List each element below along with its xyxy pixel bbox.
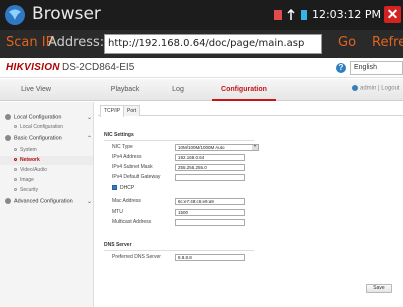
wrench-icon	[5, 198, 11, 204]
nav-playback[interactable]: Playback	[95, 79, 155, 101]
logout-link[interactable]: Logout	[381, 86, 399, 92]
notification-icon	[273, 9, 282, 20]
save-button[interactable]: Save	[366, 284, 392, 293]
mtu-label: MTU	[112, 209, 123, 215]
sidebar-group-local-config[interactable]: Local Configuration ⌄	[5, 114, 92, 121]
go-button[interactable]: Go	[338, 35, 356, 50]
multicast-address-label: Multicast Address	[112, 219, 152, 225]
sidebar-item-local-config[interactable]: Local Configuration	[14, 124, 63, 130]
dhcp-label: DHCP	[120, 185, 135, 191]
battery-icon	[300, 9, 307, 20]
scan-ip-button[interactable]: Scan IP	[6, 35, 53, 50]
clock: 12:03:12 PM	[311, 8, 381, 21]
nav-configuration[interactable]: Configuration	[212, 79, 276, 101]
app-title: Browser	[32, 4, 101, 24]
default-gateway-field[interactable]	[175, 174, 245, 181]
nic-type-select[interactable]: 10M/100M/1000M Auto	[175, 144, 259, 151]
user-area: admin | Logout	[352, 85, 400, 92]
nav-log[interactable]: Log	[158, 79, 198, 101]
hikvision-logo: HIKVISION	[6, 62, 60, 73]
preferred-dns-field[interactable]: 8.8.8.8	[175, 254, 245, 261]
nic-type-label: NIC Type	[112, 144, 133, 150]
bullet-icon	[14, 188, 17, 192]
mtu-field[interactable]: 1500	[175, 209, 245, 216]
multicast-address-field[interactable]	[175, 219, 245, 226]
user-icon	[352, 85, 358, 91]
bullet-icon	[14, 158, 17, 162]
mac-address-label: Mac Address	[112, 198, 141, 204]
sidebar-item-network[interactable]: Network	[14, 157, 40, 163]
language-select[interactable]: English	[350, 61, 403, 75]
sidebar-item-video-audio[interactable]: Video/Audio	[14, 167, 47, 173]
app-bar: Browser 12:03:12 PM ✕	[0, 0, 403, 30]
device-model: DS-2CD864-EI5	[62, 62, 135, 73]
dhcp-checkbox[interactable]	[112, 185, 117, 190]
username: admin	[360, 85, 377, 92]
usb-icon	[287, 8, 295, 20]
sidebar-item-system[interactable]: System	[14, 147, 37, 153]
default-gateway-label: IPv4 Default Gateway	[112, 174, 161, 180]
bullet-icon	[14, 148, 17, 152]
nav-live-view[interactable]: Live View	[6, 79, 66, 101]
tab-strip: TCP/IP Port	[98, 104, 403, 117]
sidebar-group-basic-config[interactable]: Basic Configuration ⌃	[5, 135, 92, 142]
mac-address-field: 8c:e7:48:c6:e9:a9	[175, 198, 245, 205]
config-sidebar: Local Configuration ⌄ Local Configuratio…	[0, 102, 94, 307]
preferred-dns-label: Preferred DNS Server	[112, 254, 161, 260]
main-nav: Live View Playback Log Configuration adm…	[0, 79, 403, 101]
url-input[interactable]: http://192.168.0.64/doc/page/main.asp	[104, 34, 322, 54]
network-config-panel: TCP/IP Port NIC Settings NIC Type 10M/10…	[98, 104, 403, 307]
user-separator: |	[378, 85, 380, 92]
status-bar: 12:03:12 PM	[273, 8, 381, 21]
tab-tcp-ip[interactable]: TCP/IP	[100, 105, 125, 117]
local-config-icon	[5, 114, 11, 120]
subnet-mask-label: IPv4 Subnet Mask	[112, 164, 153, 170]
address-bar: Scan IP Address: http://192.168.0.64/doc…	[0, 30, 403, 58]
dns-server-heading: DNS Server	[104, 242, 254, 251]
ipv4-address-label: IPv4 Address	[112, 154, 142, 160]
bullet-icon	[14, 178, 17, 182]
browser-app-icon	[5, 5, 25, 25]
url-text: http://192.168.0.64/doc/page/main.asp	[108, 38, 305, 49]
ipv4-address-field[interactable]: 192.168.0.64	[175, 154, 245, 161]
nic-settings-heading: NIC Settings	[104, 132, 254, 141]
chevron-down-icon: ⌄	[87, 115, 93, 121]
close-icon[interactable]: ✕	[384, 6, 401, 23]
bullet-icon	[14, 125, 17, 129]
bullet-icon	[14, 168, 17, 172]
chevron-down-icon: ⌄	[87, 199, 93, 205]
sidebar-group-advanced-config[interactable]: Advanced Configuration ⌄	[5, 198, 92, 205]
tab-port[interactable]: Port	[123, 105, 141, 116]
sidebar-item-security[interactable]: Security	[14, 187, 38, 193]
help-icon[interactable]: ?	[336, 63, 346, 73]
chevron-up-icon: ⌃	[87, 136, 93, 142]
refresh-button[interactable]: Refresh	[372, 35, 403, 50]
address-label: Address:	[48, 35, 105, 50]
basic-config-icon	[5, 135, 11, 141]
page-header: HIKVISION DS-2CD864-EI5 ? English	[0, 58, 403, 78]
subnet-mask-field[interactable]: 255.255.255.0	[175, 164, 245, 171]
sidebar-item-image[interactable]: Image	[14, 177, 34, 183]
